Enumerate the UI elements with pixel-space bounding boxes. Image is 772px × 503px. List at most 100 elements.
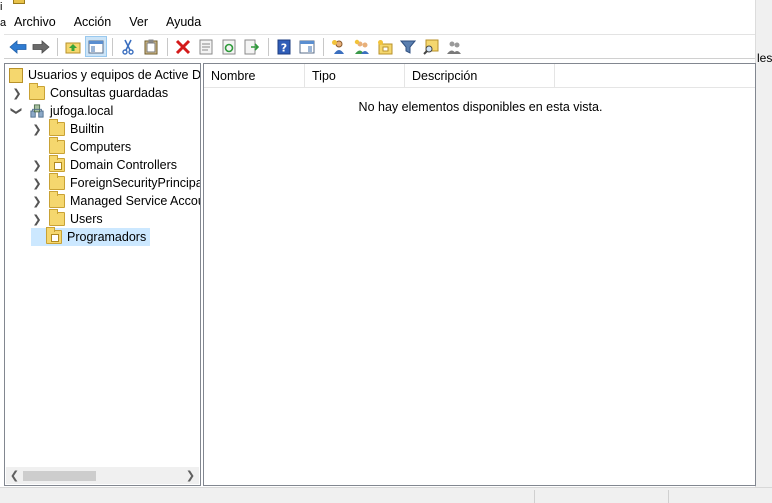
svg-text:?: ? — [281, 41, 287, 54]
toolbar-separator — [268, 37, 269, 56]
organizational-unit-icon — [46, 227, 62, 244]
properties-button[interactable] — [195, 36, 217, 57]
tree-root-label: Usuarios y equipos de Active Directory — [28, 68, 201, 82]
scrollbar-thumb[interactable] — [23, 471, 96, 481]
organizational-unit-icon — [49, 155, 65, 172]
tree-item-label: Users — [70, 212, 103, 226]
tree-item-label: Consultas guardadas — [50, 86, 169, 100]
paste-icon — [144, 39, 158, 54]
tree-item-label: Programadors — [67, 230, 147, 244]
tree-item-label: Computers — [70, 140, 132, 154]
window-app-icon — [13, 0, 25, 4]
status-bar-divider — [668, 490, 669, 503]
new-group-icon — [354, 39, 369, 54]
forward-button[interactable] — [30, 36, 52, 57]
tree-item-domain[interactable]: ❯ jufoga.local — [8, 102, 114, 120]
delete-button[interactable] — [172, 36, 194, 57]
tree-item-users[interactable]: ❯ Users — [31, 209, 103, 228]
export-list-icon — [244, 39, 260, 54]
list-header: Nombre Tipo Descripción — [204, 64, 755, 88]
console-tree[interactable]: Usuarios y equipos de Active Directory ❯… — [4, 63, 201, 486]
tree-item-label: jufoga.local — [50, 104, 114, 118]
delete-icon — [175, 39, 191, 54]
help-button[interactable]: ? — [273, 36, 295, 57]
menu-ayuda[interactable]: Ayuda — [156, 12, 209, 32]
add-to-group-icon — [447, 41, 461, 54]
tree-item-builtin[interactable]: ❯ Builtin — [31, 119, 105, 138]
up-one-level-button[interactable] — [62, 36, 84, 57]
new-ou-button[interactable] — [374, 36, 396, 57]
folder-icon — [49, 209, 65, 226]
up-folder-icon — [65, 42, 81, 53]
status-bar — [0, 487, 772, 503]
new-group-button[interactable] — [351, 36, 373, 57]
filter-button[interactable] — [397, 36, 419, 57]
properties-icon — [199, 39, 213, 54]
folder-icon — [49, 119, 65, 136]
folder-icon — [49, 173, 65, 190]
find-icon — [423, 39, 439, 55]
empty-view-message: No hay elementos disponibles en esta vis… — [358, 100, 603, 114]
background-window-edge: les — [755, 0, 772, 503]
chevron-right-icon[interactable]: ❯ — [31, 156, 43, 174]
folder-icon — [49, 191, 65, 208]
chevron-right-icon[interactable]: ❯ — [11, 84, 23, 102]
add-to-group-button[interactable] — [443, 36, 465, 57]
find-button[interactable] — [420, 36, 442, 57]
paste-button[interactable] — [140, 36, 162, 57]
show-console-tree-icon — [88, 40, 104, 53]
tree-item-domain-controllers[interactable]: ❯ Domain Controllers — [31, 155, 177, 174]
window-title-strip — [0, 0, 755, 8]
chevron-right-icon[interactable]: ❯ — [31, 210, 43, 228]
tree-item-managed-service-accounts[interactable]: ❯ Managed Service Accounts — [31, 191, 200, 210]
chevron-down-icon[interactable]: ❯ — [8, 105, 26, 117]
tree-item-computers[interactable]: Computers — [31, 137, 132, 156]
tree-item-foreign-security-principals[interactable]: ❯ ForeignSecurityPrincipals — [31, 173, 201, 192]
column-header-descripcion[interactable]: Descripción — [405, 64, 555, 88]
scroll-left-arrow[interactable]: ❮ — [6, 467, 23, 484]
menu-bar: Archivo Acción Ver Ayuda — [4, 12, 209, 32]
toolbar-separator — [323, 37, 324, 56]
menu-ver[interactable]: Ver — [119, 12, 156, 32]
folder-icon — [29, 83, 45, 100]
tree-item-label: Managed Service Accounts — [70, 194, 200, 208]
export-list-button[interactable] — [241, 36, 263, 57]
new-ou-icon — [378, 39, 393, 54]
new-user-button[interactable] — [328, 36, 350, 57]
tree-item-label: ForeignSecurityPrincipals — [70, 176, 201, 190]
chevron-right-icon[interactable]: ❯ — [31, 192, 43, 210]
domain-icon — [30, 104, 44, 118]
tree-item-saved-queries[interactable]: ❯ Consultas guardadas — [11, 83, 169, 102]
forward-arrow-icon — [32, 39, 50, 54]
chevron-right-icon[interactable]: ❯ — [31, 120, 43, 138]
folder-icon — [49, 137, 65, 154]
cut-button[interactable] — [117, 36, 139, 57]
status-bar-divider — [534, 490, 535, 503]
results-pane[interactable]: Nombre Tipo Descripción No hay elementos… — [203, 63, 756, 486]
menu-accion[interactable]: Acción — [64, 12, 120, 32]
refresh-button[interactable] — [218, 36, 240, 57]
toolbar-separator — [112, 37, 113, 56]
toolbar-separator — [167, 37, 168, 56]
show-console-tree-button[interactable] — [85, 36, 107, 57]
toolbar: ? — [4, 34, 755, 59]
back-button[interactable] — [7, 36, 29, 57]
show-action-pane-icon — [299, 40, 315, 53]
show-action-pane-button[interactable] — [296, 36, 318, 57]
tree-root[interactable]: Usuarios y equipos de Active Directory — [9, 66, 201, 84]
tree-item-programadors[interactable]: Programadors — [31, 227, 151, 246]
column-header-tipo[interactable]: Tipo — [305, 64, 405, 88]
menu-archivo[interactable]: Archivo — [4, 12, 64, 32]
scroll-right-arrow[interactable]: ❯ — [182, 467, 199, 484]
filter-icon — [400, 40, 416, 54]
column-header-nombre[interactable]: Nombre — [204, 64, 305, 88]
tree-horizontal-scrollbar[interactable]: ❮ ❯ — [6, 467, 199, 484]
cut-icon — [122, 39, 134, 55]
background-window-text: les — [757, 51, 772, 65]
refresh-icon — [222, 39, 236, 54]
tree-item-label: Domain Controllers — [70, 158, 177, 172]
toolbar-separator — [57, 37, 58, 56]
chevron-right-icon[interactable]: ❯ — [31, 174, 43, 192]
tree-item-label: Builtin — [70, 122, 105, 136]
back-arrow-icon — [9, 39, 27, 54]
